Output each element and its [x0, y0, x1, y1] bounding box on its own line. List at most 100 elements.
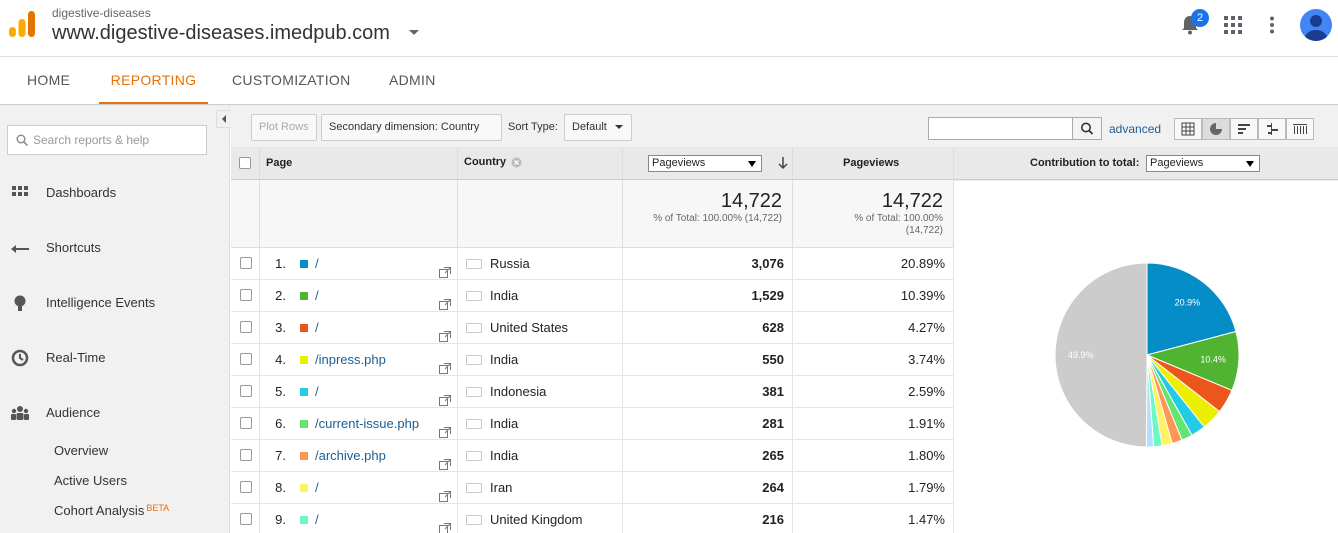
row-checkbox[interactable]: [240, 417, 252, 429]
external-link-icon[interactable]: [439, 418, 451, 438]
row-checkbox[interactable]: [240, 257, 252, 269]
external-link-icon[interactable]: [439, 354, 451, 374]
page-link[interactable]: /archive.php: [315, 440, 386, 471]
external-link-icon[interactable]: [439, 322, 451, 342]
row-checkbox[interactable]: [240, 513, 252, 525]
advanced-filter-link[interactable]: advanced: [1109, 122, 1161, 136]
page-link[interactable]: /: [315, 312, 319, 343]
row-checkbox[interactable]: [240, 321, 252, 333]
remove-dimension-icon[interactable]: [511, 157, 522, 168]
plot-rows-button[interactable]: Plot Rows: [251, 114, 317, 141]
page-link[interactable]: /: [315, 472, 319, 503]
tab-customization[interactable]: CUSTOMIZATION: [232, 57, 351, 104]
page-link[interactable]: /: [315, 280, 319, 311]
country-name[interactable]: United Kingdom: [490, 504, 583, 533]
external-link-icon[interactable]: [439, 482, 451, 502]
country-name[interactable]: Iran: [490, 472, 512, 503]
row-number: 6.: [275, 416, 286, 431]
table-row[interactable]: 5. / Indonesia 381 2.59%: [231, 376, 954, 408]
external-link-icon[interactable]: [439, 450, 451, 470]
row-select-cell: [231, 312, 260, 343]
tab-reporting[interactable]: REPORTING: [99, 57, 208, 104]
table-row[interactable]: 7. /archive.php India 265 1.80%: [231, 440, 954, 472]
iran-flag-icon: [466, 483, 482, 493]
metric-select[interactable]: Pageviews: [648, 155, 762, 172]
table-row[interactable]: 9. / United Kingdom 216 1.47%: [231, 504, 954, 533]
user-avatar[interactable]: [1300, 9, 1332, 41]
caret-down-icon: [614, 125, 623, 130]
secondary-dimension-label: Secondary dimension: Country: [329, 121, 480, 133]
apps-grid-icon[interactable]: [1224, 16, 1242, 34]
row-checkbox[interactable]: [240, 481, 252, 493]
table-row[interactable]: 8. / Iran 264 1.79%: [231, 472, 954, 504]
country-name[interactable]: India: [490, 440, 518, 471]
external-link-icon[interactable]: [439, 386, 451, 406]
page-link[interactable]: /: [315, 504, 319, 533]
view-pivot-button[interactable]: [1286, 118, 1314, 140]
metric-select-value: Pageviews: [652, 157, 706, 169]
row-checkbox[interactable]: [240, 385, 252, 397]
country-cell: India: [458, 408, 623, 439]
external-link-icon[interactable]: [439, 290, 451, 310]
row-checkbox[interactable]: [240, 449, 252, 461]
page-link[interactable]: /current-issue.php: [315, 408, 419, 439]
country-name[interactable]: India: [490, 280, 518, 311]
sidebar-subitem-cohort-analysis[interactable]: Cohort Analysis BETA: [54, 503, 169, 518]
analytics-logo-icon[interactable]: [8, 10, 36, 38]
tab-home[interactable]: HOME: [27, 57, 70, 104]
table-row[interactable]: 2. / India 1,529 10.39%: [231, 280, 954, 312]
secondary-dimension-dropdown[interactable]: Secondary dimension: Country: [321, 114, 502, 155]
sidebar-item-shortcuts[interactable]: Shortcuts: [0, 234, 230, 262]
country-name[interactable]: Russia: [490, 248, 530, 279]
sidebar-item-audience[interactable]: Audience: [0, 399, 230, 427]
contribution-metric-select[interactable]: Pageviews: [1146, 155, 1260, 172]
country-column-header[interactable]: Country: [458, 147, 623, 180]
property-selector[interactable]: www.digestive-diseases.imedpub.com: [52, 22, 390, 45]
tab-admin[interactable]: ADMIN: [389, 57, 436, 104]
table-filter-search-button[interactable]: [1072, 117, 1102, 140]
row-color-swatch: [300, 292, 308, 300]
pageviews-value: 550: [762, 352, 784, 367]
table-row[interactable]: 6. /current-issue.php India 281 1.91%: [231, 408, 954, 440]
sidebar-subitem-overview[interactable]: Overview: [54, 443, 108, 458]
sidebar-item-dashboards[interactable]: Dashboards: [0, 179, 230, 207]
sidebar-subitem-active-users[interactable]: Active Users: [54, 473, 127, 488]
more-options-icon[interactable]: [1264, 16, 1280, 34]
select-all-checkbox[interactable]: [239, 157, 251, 169]
view-table-button[interactable]: [1174, 118, 1202, 140]
table-filter-input[interactable]: [928, 117, 1073, 140]
metric-cell: 381: [623, 376, 793, 407]
row-select-cell: [231, 248, 260, 279]
page-column-header[interactable]: Page: [260, 147, 458, 180]
table-row[interactable]: 4. /inpress.php India 550 3.74%: [231, 344, 954, 376]
pie-chart-panel: 20.9% 10.4% 49.9%: [954, 180, 1338, 533]
notification-badge[interactable]: 2: [1191, 9, 1209, 27]
bar-view-icon: [1238, 124, 1250, 134]
sort-type-dropdown[interactable]: Default: [564, 114, 632, 141]
caret-down-icon[interactable]: [409, 30, 419, 35]
page-link[interactable]: /: [315, 248, 319, 279]
sidebar-item-intelligence-events[interactable]: Intelligence Events: [0, 289, 230, 317]
sidebar-item-real-time[interactable]: Real-Time: [0, 344, 230, 372]
view-pie-button[interactable]: [1202, 118, 1230, 140]
report-search-input[interactable]: Search reports & help: [7, 125, 207, 155]
country-name[interactable]: India: [490, 344, 518, 375]
collapse-sidebar-button[interactable]: [216, 110, 232, 128]
view-performance-button[interactable]: [1230, 118, 1258, 140]
country-name[interactable]: India: [490, 408, 518, 439]
row-checkbox[interactable]: [240, 289, 252, 301]
pie-slice-label: 20.9%: [1175, 298, 1201, 308]
row-checkbox[interactable]: [240, 353, 252, 365]
sort-descending-icon[interactable]: [778, 156, 788, 170]
pageviews-column-header[interactable]: Pageviews: [793, 147, 954, 180]
external-link-icon[interactable]: [439, 514, 451, 533]
external-link-icon[interactable]: [439, 258, 451, 278]
table-row[interactable]: 3. / United States 628 4.27%: [231, 312, 954, 344]
country-name[interactable]: United States: [490, 312, 568, 343]
page-cell: 5. /: [260, 376, 458, 407]
table-row[interactable]: 1. / Russia 3,076 20.89%: [231, 248, 954, 280]
page-link[interactable]: /inpress.php: [315, 344, 386, 375]
page-link[interactable]: /: [315, 376, 319, 407]
view-comparison-button[interactable]: [1258, 118, 1286, 140]
country-name[interactable]: Indonesia: [490, 376, 546, 407]
